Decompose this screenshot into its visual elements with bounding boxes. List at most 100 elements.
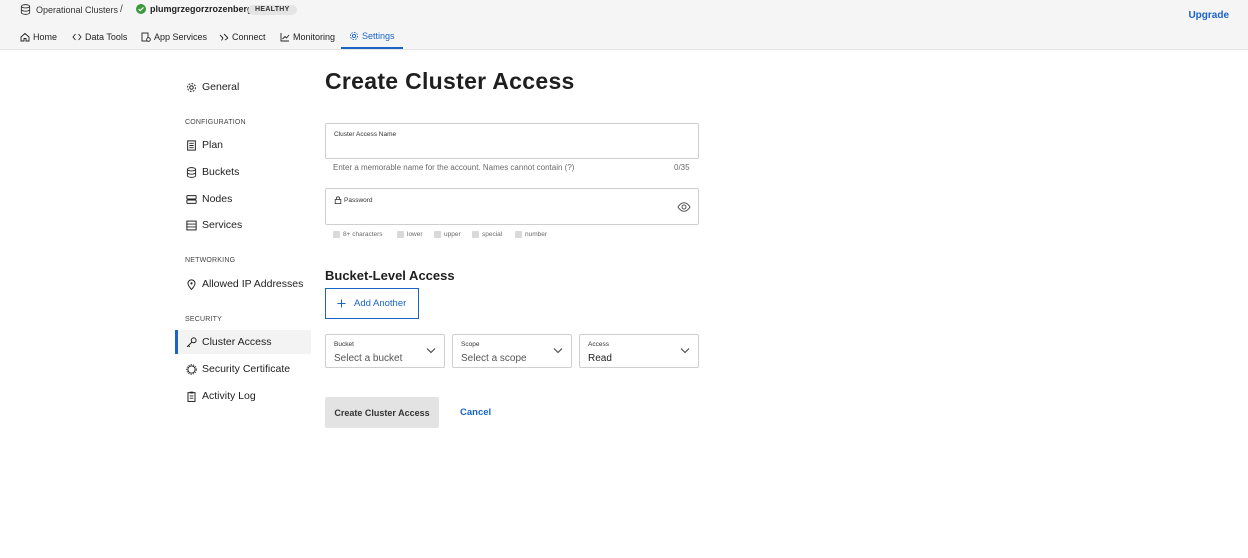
- sidebar-item-services[interactable]: Services: [186, 219, 242, 231]
- tab-connect[interactable]: Connect: [219, 24, 266, 49]
- sidebar-item-label: Allowed IP Addresses: [202, 278, 304, 290]
- sidebar-heading-security: SECURITY: [185, 316, 222, 323]
- field-label: Cluster Access Name: [334, 131, 397, 138]
- database-icon: [186, 166, 197, 178]
- req-lower: lower: [397, 231, 423, 238]
- sidebar-item-label: Activity Log: [202, 390, 256, 402]
- sidebar-item-plan[interactable]: Plan: [186, 139, 223, 151]
- select-value: Read: [588, 353, 612, 364]
- cluster-access-name-field[interactable]: Cluster Access Name: [325, 123, 699, 159]
- page-title: Create Cluster Access: [325, 68, 575, 94]
- checkbox-icon: [333, 231, 340, 238]
- req-length: 8+ characters: [333, 231, 383, 238]
- chevron-down-icon: [553, 347, 563, 354]
- select-value: Select a scope: [461, 353, 527, 364]
- cluster-name: plumgrzegorzrozenberg: [150, 4, 253, 14]
- sidebar-item-activity-log[interactable]: Activity Log: [186, 390, 256, 402]
- gear-icon: [349, 31, 359, 41]
- bucket-select[interactable]: Bucket Select a bucket: [325, 334, 445, 368]
- tab-monitoring-label: Monitoring: [293, 31, 336, 42]
- req-label: number: [525, 231, 548, 238]
- app-services-icon: [141, 32, 151, 42]
- sidebar-item-nodes[interactable]: Nodes: [186, 193, 232, 205]
- sidebar-item-general[interactable]: General: [186, 81, 239, 93]
- req-number: number: [515, 231, 547, 238]
- select-label: Scope: [461, 341, 480, 348]
- tab-home[interactable]: Home: [20, 24, 57, 49]
- gear-icon: [186, 82, 197, 93]
- add-another-label: Add Another: [354, 298, 407, 309]
- sidebar-item-cluster-access[interactable]: Cluster Access: [186, 336, 271, 348]
- add-another-button[interactable]: Add Another: [325, 288, 419, 319]
- sidebar-heading-configuration: CONFIGURATION: [185, 119, 246, 126]
- password-field[interactable]: Password: [325, 188, 699, 225]
- name-helper-text: Enter a memorable name for the account. …: [333, 163, 575, 172]
- tab-data-tools-label: Data Tools: [85, 31, 128, 42]
- access-select[interactable]: Access Read: [579, 334, 699, 368]
- plus-icon: [337, 299, 346, 308]
- checkbox-icon: [434, 231, 441, 238]
- list-icon: [186, 220, 197, 231]
- scope-select[interactable]: Scope Select a scope: [452, 334, 572, 368]
- tab-home-label: Home: [33, 31, 58, 42]
- checkbox-icon: [397, 231, 404, 238]
- home-icon: [20, 32, 30, 42]
- name-char-counter: 0/35: [674, 163, 690, 172]
- sidebar-item-label: Cluster Access: [202, 336, 272, 348]
- tab-settings-label: Settings: [362, 30, 395, 41]
- eye-icon[interactable]: [677, 201, 691, 213]
- sidebar-item-label: Services: [202, 219, 243, 231]
- req-upper: upper: [434, 231, 461, 238]
- tab-bar: Home Data Tools App Services Connect Mon…: [0, 24, 1248, 50]
- sidebar-item-label: Security Certificate: [202, 363, 291, 375]
- top-bar: Operational Clusters / plumgrzegorzrozen…: [0, 0, 1248, 24]
- req-label: special: [482, 231, 503, 238]
- checkbox-icon: [515, 231, 522, 238]
- chevron-down-icon: [680, 347, 690, 354]
- chevron-down-icon: [426, 347, 436, 354]
- tab-app-services-label: App Services: [154, 31, 208, 42]
- checkbox-icon: [472, 231, 479, 238]
- select-label: Bucket: [334, 341, 354, 348]
- sidebar-item-label: Plan: [202, 139, 224, 151]
- req-special: special: [472, 231, 502, 238]
- sidebar-item-allowed-ip[interactable]: Allowed IP Addresses: [186, 278, 303, 290]
- cancel-button[interactable]: Cancel: [460, 407, 491, 418]
- req-label: 8+ characters: [343, 231, 383, 238]
- tab-connect-label: Connect: [232, 31, 266, 42]
- lock-icon: [334, 196, 342, 204]
- breadcrumb-operational-clusters[interactable]: Operational Clusters: [20, 4, 118, 15]
- status-badge: HEALTHY: [248, 5, 297, 15]
- tab-monitoring[interactable]: Monitoring: [280, 24, 335, 49]
- location-pin-icon: [186, 278, 197, 290]
- breadcrumb-cluster[interactable]: plumgrzegorzrozenberg: [136, 4, 253, 14]
- certificate-icon: [186, 363, 197, 375]
- req-label: upper: [444, 231, 461, 238]
- password-label-group: Password: [334, 196, 373, 204]
- database-icon: [20, 4, 31, 15]
- code-icon: [72, 32, 82, 42]
- create-cluster-access-button[interactable]: Create Cluster Access: [325, 397, 439, 428]
- sidebar-item-security-certificate[interactable]: Security Certificate: [186, 363, 290, 375]
- tab-data-tools[interactable]: Data Tools: [72, 24, 127, 49]
- connect-icon: [219, 32, 229, 42]
- upgrade-link[interactable]: Upgrade: [1188, 10, 1229, 21]
- sidebar-heading-networking: NETWORKING: [185, 257, 236, 264]
- check-circle-icon: [136, 4, 146, 14]
- breadcrumb-separator: /: [120, 4, 123, 15]
- key-icon: [186, 336, 197, 348]
- bucket-level-access-title: Bucket-Level Access: [325, 268, 455, 283]
- select-label: Access: [588, 341, 609, 348]
- breadcrumb-root-label: Operational Clusters: [36, 4, 119, 15]
- document-icon: [186, 139, 197, 151]
- field-label: Password: [344, 196, 373, 204]
- sidebar-item-label: Nodes: [202, 193, 233, 205]
- sidebar-item-buckets[interactable]: Buckets: [186, 166, 239, 178]
- tab-settings[interactable]: Settings: [341, 24, 403, 49]
- tab-app-services[interactable]: App Services: [141, 24, 207, 49]
- req-label: lower: [407, 231, 423, 238]
- select-value: Select a bucket: [334, 353, 403, 364]
- chart-icon: [280, 32, 290, 42]
- sidebar-item-label: Buckets: [202, 166, 240, 178]
- sidebar-item-label: General: [202, 81, 240, 93]
